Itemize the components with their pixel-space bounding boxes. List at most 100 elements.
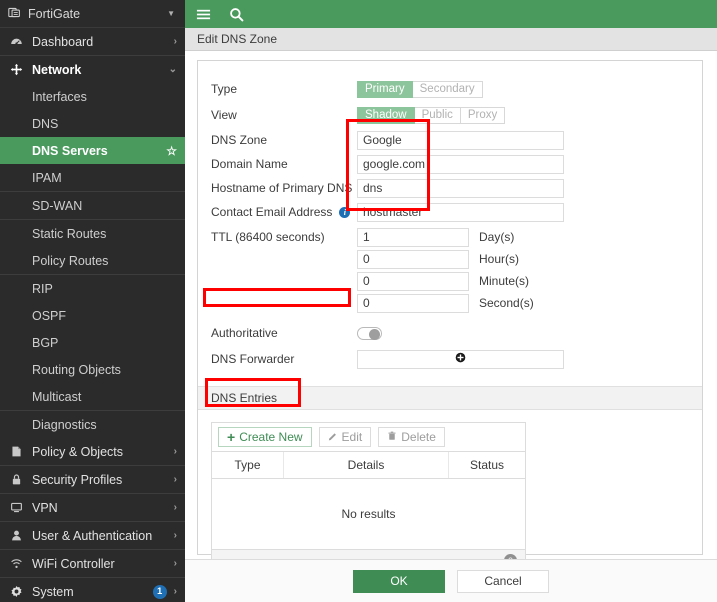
network-move-icon (8, 63, 25, 76)
wifi-icon (8, 557, 25, 570)
sidebar-label: Dashboard (32, 34, 94, 49)
chevron-down-icon[interactable]: ▼ (167, 9, 175, 18)
trash-icon (387, 430, 397, 444)
label-domain-name: Domain Name (211, 157, 288, 171)
column-header-type[interactable]: Type (212, 452, 284, 478)
top-bar (185, 0, 717, 28)
ttl-minutes-input[interactable]: 0 (357, 271, 469, 291)
sidebar-label: System (32, 584, 74, 599)
dns-entries-section-header: DNS Entries (198, 386, 702, 410)
sidebar-item-interfaces[interactable]: Interfaces (0, 83, 185, 110)
sidebar-label: Multicast (32, 389, 82, 404)
edit-button[interactable]: Edit (318, 427, 372, 447)
table-header-row: Type Details Status (212, 452, 525, 479)
cancel-button[interactable]: Cancel (457, 569, 549, 593)
sidebar-item-network[interactable]: Network ⌄ (0, 56, 185, 83)
sidebar-item-dashboard[interactable]: Dashboard › (0, 28, 185, 55)
chevron-right-icon: › (173, 586, 177, 597)
sidebar-item-bgp[interactable]: BGP (0, 329, 185, 356)
sidebar-item-ipam[interactable]: IPAM (0, 164, 185, 191)
brand-name: FortiGate (28, 6, 81, 21)
table-empty-message: No results (212, 479, 525, 550)
lock-icon (8, 473, 25, 486)
label-contact-email: Contact Email Address i (211, 205, 357, 219)
ok-button[interactable]: OK (353, 569, 445, 593)
sidebar-item-dns-servers[interactable]: DNS Servers ☆ (0, 137, 185, 164)
sidebar-item-vpn[interactable]: VPN › (0, 494, 185, 521)
field-row-contact-email: Contact Email Address i hostmaster (198, 201, 702, 223)
ttl-seconds-input[interactable]: 0 (357, 293, 469, 313)
sidebar-item-dns[interactable]: DNS (0, 110, 185, 137)
ttl-hours-input[interactable]: 0 (357, 249, 469, 269)
info-circle-icon[interactable]: i (339, 206, 351, 218)
ttl-days-input[interactable]: 1 (357, 227, 469, 247)
contact-email-input[interactable]: hostmaster (357, 202, 564, 222)
column-header-status[interactable]: Status (449, 452, 525, 478)
label-view: View (211, 108, 237, 122)
create-new-button[interactable]: + Create New (218, 427, 312, 447)
column-header-details[interactable]: Details (284, 452, 449, 478)
field-row-domain-name: Domain Name google.com (198, 153, 702, 175)
view-option-proxy[interactable]: Proxy (460, 106, 506, 124)
page-title: Edit DNS Zone (185, 28, 717, 51)
delete-label: Delete (401, 430, 436, 444)
favorite-star-icon[interactable]: ☆ (166, 144, 177, 158)
hostname-primary-dns-input[interactable]: dns (357, 178, 564, 198)
sidebar-item-system[interactable]: System 1 › (0, 578, 185, 602)
chevron-right-icon: › (173, 36, 177, 47)
chevron-right-icon: › (173, 530, 177, 541)
sidebar-item-policy-routes[interactable]: Policy Routes (0, 247, 185, 274)
sidebar-label: Policy Routes (32, 253, 109, 268)
view-option-shadow[interactable]: Shadow (357, 106, 415, 124)
dns-zone-input[interactable]: Google (357, 130, 564, 150)
field-row-ttl-hours: 0 Hour(s) (198, 248, 702, 270)
sidebar-item-routing-objects[interactable]: Routing Objects (0, 356, 185, 383)
sidebar-label: Routing Objects (32, 362, 121, 377)
gear-icon (8, 585, 25, 598)
field-row-ttl-seconds: 0 Second(s) (198, 292, 702, 314)
edit-dns-zone-form: Type Primary Secondary View Shadow Publi… (197, 60, 703, 559)
sidebar-label: Diagnostics (32, 417, 97, 432)
search-icon[interactable] (229, 7, 244, 22)
field-row-dns-forwarder: DNS Forwarder (198, 348, 702, 370)
sidebar-item-multicast[interactable]: Multicast (0, 383, 185, 410)
field-row-ttl-minutes: 0 Minute(s) (198, 270, 702, 292)
hamburger-menu-icon[interactable] (196, 7, 211, 22)
domain-name-input[interactable]: google.com (357, 154, 564, 174)
dns-forwarder-add-field[interactable] (357, 349, 564, 369)
edit-label: Edit (341, 430, 363, 444)
sidebar-item-ospf[interactable]: OSPF (0, 302, 185, 329)
sidebar-item-security-profiles[interactable]: Security Profiles › (0, 466, 185, 493)
label-type: Type (211, 82, 238, 96)
sidebar-label: Network (32, 62, 82, 77)
monitor-icon (8, 501, 25, 514)
authoritative-toggle[interactable] (357, 326, 382, 340)
sidebar-item-rip[interactable]: RIP (0, 275, 185, 302)
sidebar-item-diagnostics[interactable]: Diagnostics (0, 411, 185, 438)
label-hostname-primary-dns: Hostname of Primary DNS (211, 181, 353, 195)
sidebar-item-sd-wan[interactable]: SD-WAN (0, 192, 185, 219)
dashboard-icon (8, 35, 25, 48)
type-option-primary[interactable]: Primary (357, 80, 413, 98)
brand-header[interactable]: FortiGate ▼ (0, 0, 185, 28)
ttl-days-unit: Day(s) (479, 230, 515, 244)
sidebar-item-policy-objects[interactable]: Policy & Objects › (0, 438, 185, 465)
sidebar-label: User & Authentication (32, 528, 153, 543)
delete-button[interactable]: Delete (378, 427, 445, 447)
label-contact-email-text: Contact Email Address (211, 205, 333, 219)
view-option-public[interactable]: Public (414, 106, 461, 124)
sidebar-item-wifi-controller[interactable]: WiFi Controller › (0, 550, 185, 577)
field-row-hostname-primary-dns: Hostname of Primary DNS dns (198, 177, 702, 199)
field-row-view: View Shadow Public Proxy (198, 104, 702, 126)
field-row-ttl: TTL (86400 seconds) 1 Day(s) (198, 226, 702, 248)
label-dns-forwarder: DNS Forwarder (211, 352, 295, 366)
type-option-secondary[interactable]: Secondary (412, 80, 483, 98)
policy-icon (8, 445, 25, 458)
content-area: Type Primary Secondary View Shadow Publi… (185, 51, 717, 559)
sidebar-item-static-routes[interactable]: Static Routes (0, 220, 185, 247)
sidebar-label: DNS Servers (32, 143, 108, 158)
fortigate-logo-icon (8, 6, 21, 22)
ttl-minutes-unit: Minute(s) (479, 274, 530, 288)
sidebar-item-user-authentication[interactable]: User & Authentication › (0, 522, 185, 549)
sidebar-label: Static Routes (32, 226, 107, 241)
